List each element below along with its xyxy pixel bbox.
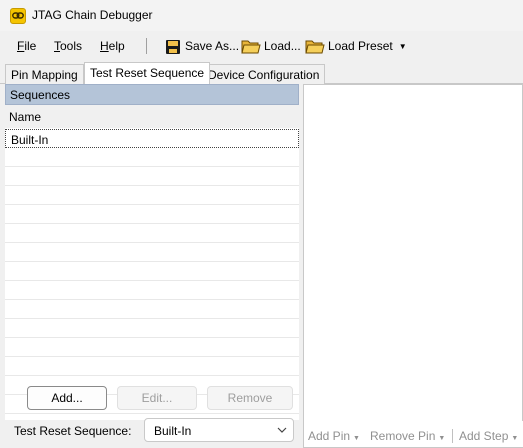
test-reset-sequence-select[interactable]: Built-In: [144, 418, 294, 442]
chevron-down-icon: [277, 424, 287, 438]
add-step-label: Add Step: [459, 429, 509, 443]
toolbar-separator: [452, 429, 453, 443]
empty-row: [5, 167, 299, 186]
edit-button[interactable]: Edit...: [117, 386, 197, 410]
empty-row: [5, 357, 299, 376]
steps-toolbar: Add Pin ▼ Remove Pin ▼ Add Step ▼: [304, 421, 523, 447]
tab-label: Device Configuration: [208, 68, 320, 82]
chevron-down-icon: ▼: [438, 435, 446, 442]
empty-row: [5, 205, 299, 224]
select-value: Built-In: [154, 424, 192, 438]
chevron-down-icon: ▼: [353, 435, 360, 442]
edit-button-label: Edit...: [141, 391, 173, 405]
add-button-label: Add...: [51, 391, 83, 405]
save-as-button[interactable]: Save As...: [165, 36, 239, 56]
menu-help-accel: H: [100, 39, 109, 53]
save-as-label: Save As...: [185, 39, 240, 53]
add-pin-button[interactable]: Add Pin ▼: [308, 429, 360, 443]
list-item-label: Built-In: [11, 133, 49, 147]
folder-open-icon: [241, 39, 261, 54]
menu-file-rest: ile: [24, 39, 37, 53]
remove-pin-button[interactable]: Remove Pin ▼: [370, 429, 445, 443]
floppy-disk-icon: [165, 39, 182, 54]
remove-button-label: Remove: [227, 391, 273, 405]
menu-tools-rest: ools: [60, 39, 83, 53]
menu-tools[interactable]: Tools: [54, 39, 82, 53]
chevron-down-icon: ▼: [511, 435, 519, 442]
add-button[interactable]: Add...: [27, 386, 107, 410]
empty-row: [5, 338, 299, 357]
empty-row: [5, 300, 299, 319]
tab-pin-mapping[interactable]: Pin Mapping: [5, 64, 84, 84]
menu-file[interactable]: File: [17, 39, 36, 53]
load-button[interactable]: Load...: [241, 36, 301, 56]
add-pin-label: Add Pin: [308, 429, 351, 443]
empty-row: [5, 262, 299, 281]
window-title: JTAG Chain Debugger: [32, 8, 153, 22]
tab-label: Test Reset Sequence: [90, 66, 205, 80]
app-chain-icon: [10, 8, 26, 24]
sequences-panel: Sequences Name Built-In Add... Edit... R…: [5, 84, 299, 448]
add-step-button[interactable]: Add Step ▼: [459, 429, 518, 443]
sequence-steps-panel: Add Pin ▼ Remove Pin ▼ Add Step ▼: [303, 84, 523, 448]
menu-help-rest: elp: [108, 39, 125, 53]
chevron-down-icon: ▼: [398, 41, 407, 51]
empty-row: [5, 148, 299, 167]
empty-row: [5, 319, 299, 338]
load-preset-button[interactable]: Load Preset ▼: [305, 36, 407, 56]
folder-open-icon: [305, 39, 325, 54]
sequences-header: Sequences: [5, 84, 299, 105]
menu-help[interactable]: Help: [100, 39, 125, 53]
empty-row: [5, 186, 299, 205]
empty-row: [5, 224, 299, 243]
empty-row: [5, 281, 299, 300]
tab-label: Pin Mapping: [11, 68, 78, 82]
load-label: Load...: [264, 39, 301, 53]
column-header-name[interactable]: Name: [9, 110, 41, 124]
toolbar-separator: [146, 38, 147, 54]
remove-button[interactable]: Remove: [207, 386, 293, 410]
empty-row: [5, 243, 299, 262]
load-preset-label: Load Preset: [328, 39, 393, 53]
remove-pin-label: Remove Pin: [370, 429, 436, 443]
test-reset-sequence-label: Test Reset Sequence:: [14, 424, 132, 438]
title-bar: JTAG Chain Debugger: [0, 0, 523, 31]
tab-test-reset-sequence[interactable]: Test Reset Sequence: [84, 62, 211, 84]
sequences-list[interactable]: Built-In: [5, 128, 299, 420]
tab-device-configuration[interactable]: Device Configuration: [202, 64, 326, 84]
list-item[interactable]: Built-In: [5, 129, 299, 148]
